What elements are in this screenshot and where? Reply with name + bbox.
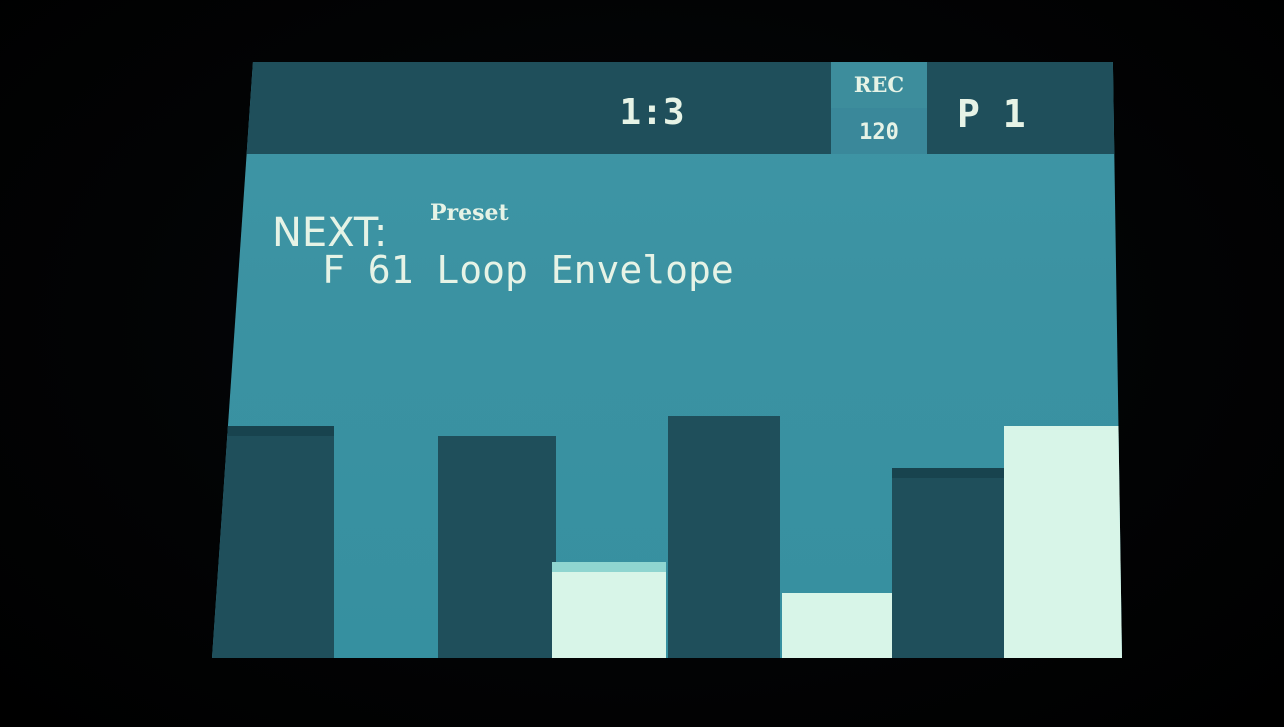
rec-indicator[interactable]: REC [831,62,927,108]
bpm-display[interactable]: 120 [831,108,927,154]
step-bar-5[interactable] [782,593,896,658]
preset-label: Preset [430,200,509,226]
pattern-indicator[interactable]: P 1 [957,92,1122,136]
lcd-screen: 1:3 REC 120 P 1 NEXT: Preset F 61 Loop E… [212,62,1122,658]
step-bar-6[interactable] [892,468,1006,658]
step-bar-2[interactable] [438,436,556,658]
preset-name[interactable]: F 61 Loop Envelope [322,248,734,292]
song-position: 1:3 [619,92,685,133]
step-bar-4[interactable] [668,416,780,658]
step-bar-7[interactable] [1004,426,1122,658]
status-bar: 1:3 REC 120 P 1 [212,62,1122,154]
step-bar-3[interactable] [552,562,666,658]
step-bar-1[interactable] [212,426,334,658]
